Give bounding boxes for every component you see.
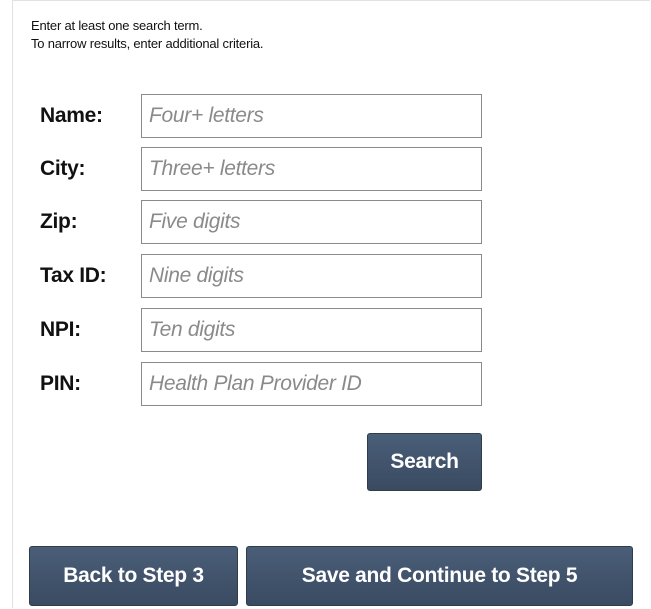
- city-label: City:: [40, 157, 86, 180]
- zip-input[interactable]: [141, 200, 482, 244]
- name-input[interactable]: [141, 94, 482, 138]
- name-field-row: Name:: [40, 94, 500, 138]
- instructions-line-2: To narrow results, enter additional crit…: [31, 36, 264, 51]
- tax-id-label: Tax ID:: [40, 264, 107, 287]
- search-panel: [12, 0, 650, 608]
- instructions-line-1: Enter at least one search term.: [31, 18, 203, 33]
- npi-label: NPI:: [40, 318, 81, 341]
- back-to-step-3-button[interactable]: Back to Step 3: [29, 546, 238, 606]
- search-button[interactable]: Search: [367, 433, 482, 491]
- pin-label: PIN:: [40, 372, 81, 395]
- search-instructions: Enter at least one search term. To narro…: [31, 17, 264, 53]
- city-input[interactable]: [141, 147, 482, 191]
- npi-field-row: NPI:: [40, 308, 500, 352]
- zip-field-row: Zip:: [40, 200, 500, 244]
- save-and-continue-button[interactable]: Save and Continue to Step 5: [246, 546, 633, 606]
- name-label: Name:: [40, 104, 103, 127]
- npi-input[interactable]: [141, 308, 482, 352]
- pin-field-row: PIN:: [40, 362, 500, 406]
- tax-id-input[interactable]: [141, 254, 482, 298]
- zip-label: Zip:: [40, 210, 78, 233]
- tax-id-field-row: Tax ID:: [40, 254, 500, 298]
- city-field-row: City:: [40, 147, 500, 191]
- pin-input[interactable]: [141, 362, 482, 406]
